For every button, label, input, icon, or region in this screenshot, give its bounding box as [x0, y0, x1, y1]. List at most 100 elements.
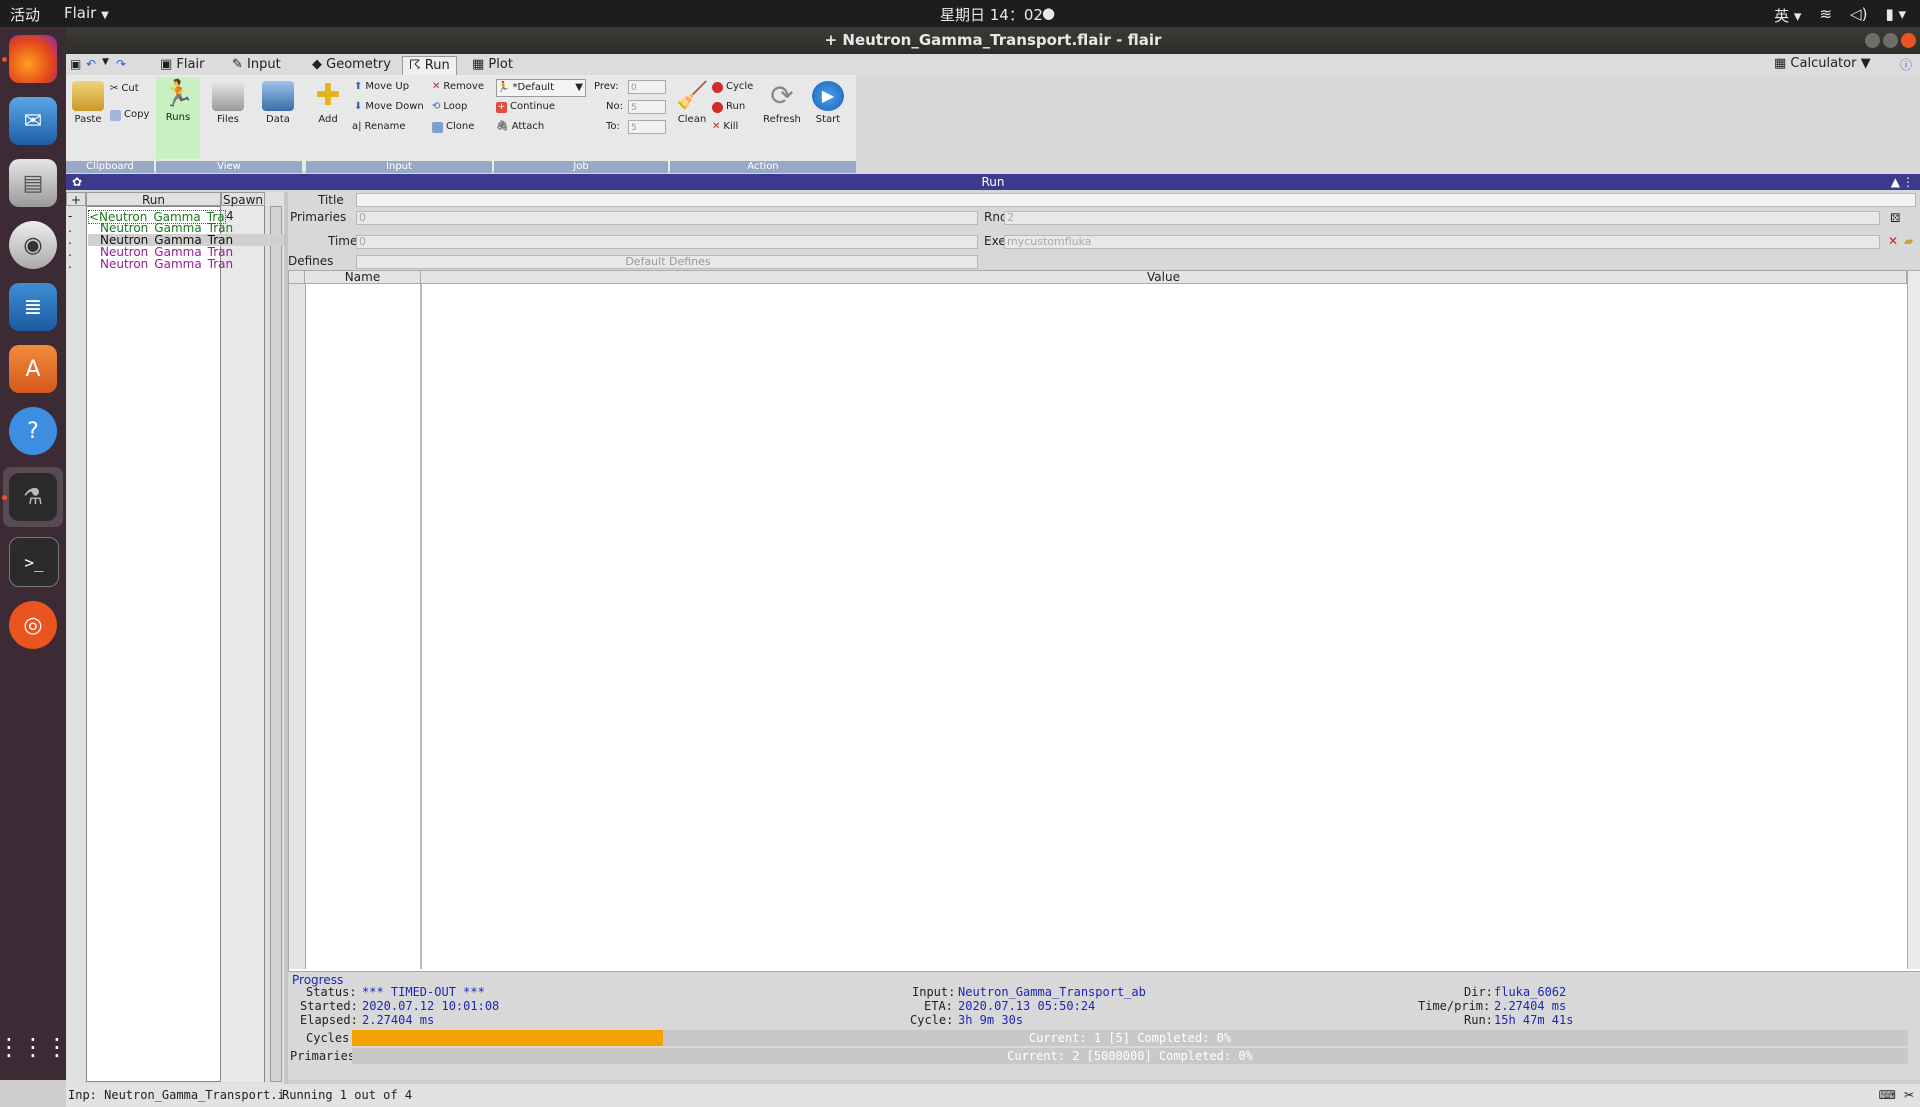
tree-row-spawn: 4: [226, 210, 234, 222]
arrow-up-icon: ⬆: [354, 81, 363, 92]
time-label: Time: [328, 234, 358, 248]
system-top-bar: 活动 Flair ▼ 星期日 14：02 ● 英 ▾ ≋ ◁) ▮ ▾: [0, 0, 1920, 27]
run-column-header[interactable]: Run: [86, 192, 221, 207]
tree-row-label: Neutron_Gamma_Tran: [100, 234, 234, 246]
files-button[interactable]: Files: [206, 79, 250, 125]
undo-icon[interactable]: ↶: [86, 57, 96, 71]
to-spinbox[interactable]: 5: [628, 120, 666, 134]
copy-button[interactable]: Copy: [110, 107, 149, 123]
name-column-header[interactable]: Name: [305, 271, 421, 284]
undo-dropdown-icon[interactable]: ▼: [102, 57, 109, 67]
tab-geometry[interactable]: ◆ Geometry: [306, 56, 397, 74]
run-list[interactable]: [86, 206, 221, 1082]
dice-icon[interactable]: ⚄: [1890, 211, 1900, 225]
remove-button[interactable]: ✕ Remove: [432, 79, 484, 95]
tab-flair[interactable]: ▣ Flair: [154, 56, 210, 74]
spawn-column-header[interactable]: Spawn: [221, 192, 265, 207]
title-field[interactable]: [356, 193, 1916, 207]
tree-row[interactable]: Neutron_Gamma_Tran: [100, 246, 236, 258]
tree-row-prefix: .: [68, 258, 72, 270]
firefox-icon[interactable]: [9, 35, 57, 83]
status-input-file: Inp: Neutron_Gamma_Transport.i: [68, 1088, 285, 1102]
tree-expand-header[interactable]: +: [66, 192, 86, 207]
clipboard-group-label: Clipboard: [66, 161, 154, 173]
keyboard-icon[interactable]: ⌨: [1879, 1084, 1896, 1107]
writer-icon[interactable]: ≣: [9, 283, 57, 331]
software-icon[interactable]: A: [9, 345, 57, 393]
clock[interactable]: 星期日 14：02: [940, 4, 1043, 25]
cut-button[interactable]: ✂ Cut: [110, 81, 139, 97]
activities-button[interactable]: 活动: [10, 4, 40, 25]
add-button[interactable]: ✚ Add: [306, 79, 350, 126]
app-menu[interactable]: Flair ▼: [64, 4, 109, 22]
data-button[interactable]: Data: [256, 79, 300, 125]
tab-run[interactable]: ☈ Run: [402, 56, 457, 75]
paste-button[interactable]: Paste: [66, 79, 110, 125]
wifi-icon[interactable]: ≋: [1819, 5, 1832, 26]
started-label: Started:: [300, 999, 358, 1013]
refresh-button[interactable]: ⟳ Refresh: [760, 79, 804, 126]
ubuntu-icon[interactable]: ◎: [9, 601, 57, 649]
terminal-icon[interactable]: >_: [9, 537, 59, 587]
files-icon: [212, 81, 244, 111]
files-icon[interactable]: ▤: [9, 159, 57, 207]
volume-icon[interactable]: ◁): [1850, 5, 1867, 26]
clear-x-icon[interactable]: ✕: [1888, 234, 1898, 248]
minimize-button[interactable]: [1865, 33, 1880, 48]
gear-icon[interactable]: ✿: [72, 174, 82, 190]
tree-scrollbar[interactable]: [270, 206, 282, 1082]
calculator-button[interactable]: ▦ Calculator ▼: [1774, 56, 1871, 71]
tree-row-label: Neutron_Gamma_Tran: [100, 246, 234, 258]
help-icon[interactable]: ?: [9, 407, 57, 455]
move-up-button[interactable]: ⬆ Move Up: [354, 79, 409, 95]
clean-button[interactable]: 🧹 Clean: [670, 79, 714, 125]
default-defines-button[interactable]: Default Defines: [356, 255, 978, 269]
tools-icon[interactable]: ✂: [1904, 1084, 1914, 1107]
rnd-field[interactable]: 2: [1004, 211, 1880, 225]
attach-button[interactable]: 🖇 Attach: [496, 119, 544, 135]
clone-button[interactable]: Clone: [432, 119, 474, 135]
queue-select[interactable]: 🏃 *Default ▼: [496, 79, 586, 97]
primaries-field[interactable]: 0: [356, 211, 978, 225]
tree-row-selected[interactable]: Neutron_Gamma_Tran: [100, 234, 236, 246]
thunderbird-icon[interactable]: ✉: [9, 97, 57, 145]
ribbon-empty-area: [856, 75, 1920, 171]
tree-row[interactable]: Neutron_Gamma_Tran: [100, 222, 236, 234]
cycle-button[interactable]: Cycle: [712, 79, 753, 95]
menu-icon[interactable]: ⋮: [1902, 174, 1914, 190]
pin-icon[interactable]: ▲: [1891, 174, 1900, 190]
tab-plot[interactable]: ▦ Plot: [466, 56, 519, 74]
move-down-button[interactable]: ⬇ Move Down: [354, 99, 424, 115]
show-apps-icon[interactable]: ⋮⋮⋮: [0, 1023, 69, 1071]
folder-icon[interactable]: ▰: [1904, 234, 1913, 248]
runner-icon: 🏃: [162, 79, 195, 109]
window-titlebar[interactable]: + Neutron_Gamma_Transport.flair - flair: [66, 27, 1920, 54]
runs-button[interactable]: 🏃 Runs: [156, 77, 200, 159]
time-field[interactable]: 0: [356, 235, 978, 249]
continue-button[interactable]: + Continue: [496, 99, 555, 115]
flair-icon[interactable]: ⚗: [9, 473, 57, 521]
started-value: 2020.07.12 10:01:08: [362, 999, 500, 1013]
loop-button[interactable]: ⟲ Loop: [432, 99, 467, 115]
ime-indicator[interactable]: 英 ▾: [1774, 5, 1801, 26]
start-button[interactable]: ▶ Start: [806, 79, 850, 125]
table-scrollbar[interactable]: [1907, 271, 1920, 969]
no-spinbox[interactable]: 5: [628, 100, 666, 114]
maximize-button[interactable]: [1883, 33, 1898, 48]
tree-row[interactable]: Neutron_Gamma_Tran: [100, 258, 236, 270]
battery-icon[interactable]: ▮ ▾: [1885, 5, 1906, 26]
kill-button[interactable]: ✕ Kill: [712, 119, 738, 135]
save-icon[interactable]: ▣: [70, 57, 81, 71]
rhythmbox-icon[interactable]: ◉: [9, 221, 57, 269]
tree-row-label: Neutron_Gamma_Tran: [100, 222, 234, 234]
value-column-header[interactable]: Value: [421, 271, 1907, 284]
exe-field[interactable]: mycustomfluka: [1004, 235, 1880, 249]
stop-run-button[interactable]: Run: [712, 99, 745, 115]
tab-input[interactable]: ✎ Input: [226, 56, 287, 74]
info-icon[interactable]: ⓘ: [1900, 56, 1912, 73]
redo-icon[interactable]: ↷: [116, 57, 126, 71]
prev-spinbox[interactable]: 0: [628, 80, 666, 94]
cycles-label: Cycles:: [306, 1031, 357, 1045]
close-button[interactable]: [1901, 33, 1916, 48]
rename-button[interactable]: a| Rename: [352, 119, 406, 135]
